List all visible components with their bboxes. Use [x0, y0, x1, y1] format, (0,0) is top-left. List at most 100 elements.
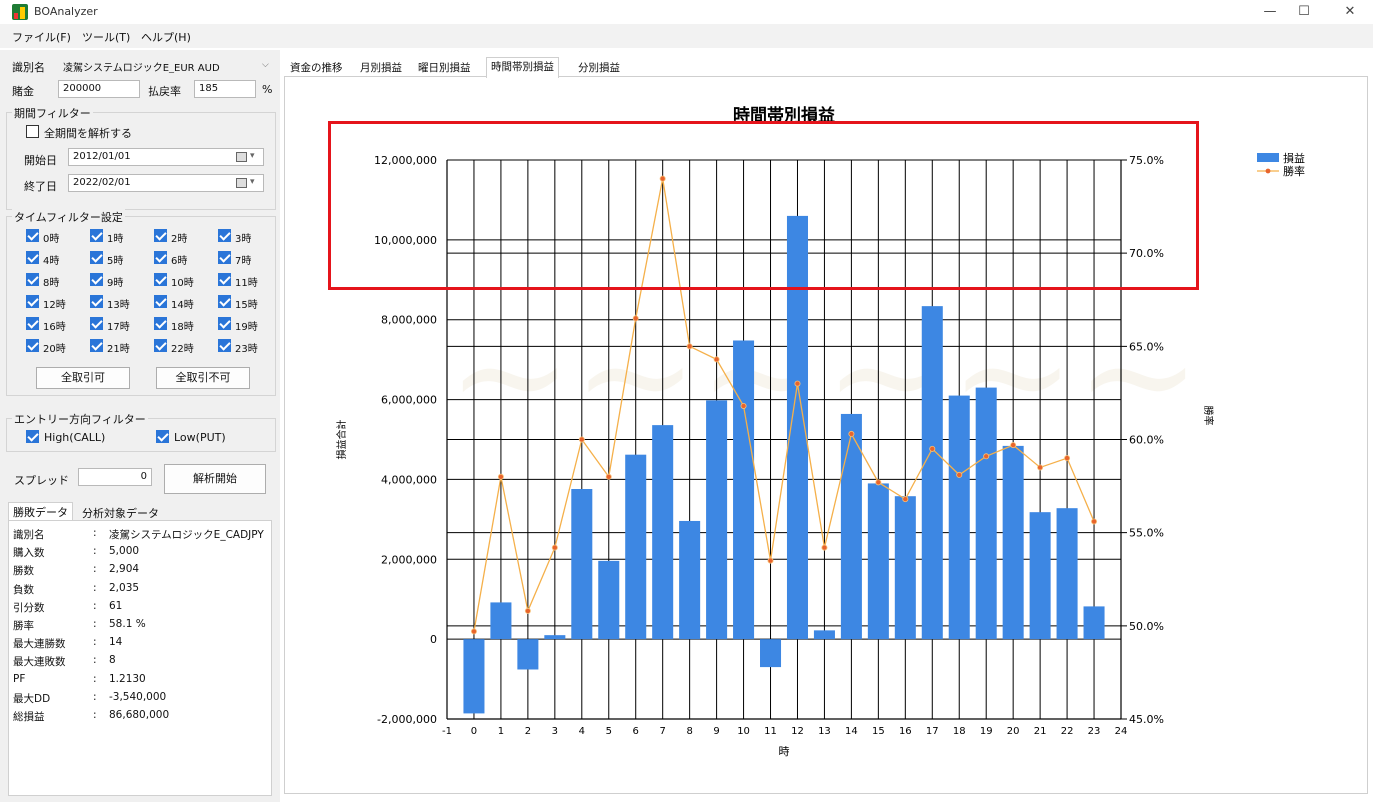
hour-checkbox-11[interactable]: [218, 273, 231, 286]
start-date-picker[interactable]: 2012/01/01: [68, 148, 264, 166]
hour-checkbox-19[interactable]: [218, 317, 231, 330]
stat-separator: :: [93, 636, 97, 649]
spread-input[interactable]: 0: [78, 468, 152, 486]
stat-value: 凌駕システムロジックE_CADJPY: [109, 529, 264, 541]
high-call-checkbox[interactable]: [26, 430, 39, 443]
x-tick-label: 6: [633, 726, 639, 737]
start-date-label: 開始日: [24, 154, 57, 167]
x-tick-label: 2: [525, 726, 531, 737]
hour-label-12: 12時: [43, 300, 66, 311]
all-period-checkbox[interactable]: [26, 125, 39, 138]
payout-input[interactable]: 185: [194, 80, 256, 98]
hour-label-16: 16時: [43, 322, 66, 333]
hour-label-13: 13時: [107, 300, 130, 311]
hour-checkbox-9[interactable]: [90, 273, 103, 286]
bar-1: [490, 602, 512, 640]
analyze-button[interactable]: 解析開始: [164, 464, 266, 494]
bar-3: [544, 635, 566, 640]
bar-17: [921, 306, 943, 640]
close-button[interactable]: ✕: [1327, 0, 1373, 24]
win-rate-point-12: [794, 380, 801, 387]
x-tick-label: 14: [845, 726, 858, 737]
tab-fund-transition[interactable]: 資金の推移: [290, 60, 343, 75]
win-rate-point-22: [1064, 455, 1071, 462]
hour-checkbox-18[interactable]: [154, 317, 167, 330]
y-tick-label: 2,000,000: [381, 553, 437, 566]
legend-label-pl: 損益: [1283, 151, 1305, 165]
tab-win-loss-data[interactable]: 勝敗データ: [8, 502, 73, 522]
x-tick-label: 7: [659, 726, 665, 737]
stat-value: 58.1 %: [109, 618, 146, 630]
maximize-button[interactable]: ☐: [1281, 0, 1327, 24]
hour-checkbox-0[interactable]: [26, 229, 39, 242]
hour-checkbox-20[interactable]: [26, 339, 39, 352]
settings-panel: 識別名 凌駕システムロジックE_EUR AUD ⌵ 賭金 200000 払戻率 …: [0, 50, 280, 802]
id-select[interactable]: 凌駕システムロジックE_EUR AUD: [58, 56, 273, 74]
payout-unit: %: [262, 83, 273, 96]
bar-5: [598, 560, 620, 640]
stat-value: 1.2130: [109, 672, 146, 685]
hour-checkbox-1[interactable]: [90, 229, 103, 242]
bar-16: [894, 496, 916, 640]
hour-checkbox-3[interactable]: [218, 229, 231, 242]
hour-checkbox-6[interactable]: [154, 251, 167, 264]
calendar-icon[interactable]: [236, 152, 247, 162]
menu-tools[interactable]: ツール(T): [82, 29, 130, 45]
hour-checkbox-7[interactable]: [218, 251, 231, 264]
hour-checkbox-17[interactable]: [90, 317, 103, 330]
hour-label-1: 1時: [107, 234, 124, 245]
menu-file[interactable]: ファイル(F): [12, 29, 71, 45]
tab-analysis-target-data[interactable]: 分析対象データ: [82, 505, 159, 521]
deny-all-button[interactable]: 全取引不可: [156, 367, 250, 389]
bar-9: [706, 400, 728, 640]
hour-checkbox-8[interactable]: [26, 273, 39, 286]
calendar-icon[interactable]: [236, 178, 247, 188]
tab-hourly-pl[interactable]: 時間帯別損益: [486, 57, 559, 78]
hour-label-0: 0時: [43, 234, 60, 245]
chevron-down-icon[interactable]: ▾: [250, 151, 255, 161]
stat-label: PF: [13, 672, 26, 685]
chevron-down-icon[interactable]: ⌵: [262, 60, 269, 70]
hour-checkbox-5[interactable]: [90, 251, 103, 264]
tab-weekday-pl[interactable]: 曜日別損益: [418, 60, 471, 75]
win-rate-point-13: [821, 544, 828, 551]
y2-tick-label: 50.0%: [1129, 620, 1164, 633]
x-tick-label: 11: [764, 726, 777, 737]
bar-11: [760, 639, 782, 668]
hour-label-6: 6時: [171, 256, 188, 267]
hour-label-19: 19時: [235, 322, 258, 333]
hour-checkbox-12[interactable]: [26, 295, 39, 308]
hour-checkbox-2[interactable]: [154, 229, 167, 242]
tab-monthly-pl[interactable]: 月別損益: [360, 60, 402, 75]
hour-checkbox-22[interactable]: [154, 339, 167, 352]
hour-checkbox-14[interactable]: [154, 295, 167, 308]
y2-tick-label: 45.0%: [1129, 713, 1164, 726]
hour-checkbox-23[interactable]: [218, 339, 231, 352]
hour-checkbox-4[interactable]: [26, 251, 39, 264]
stat-value: 61: [109, 599, 123, 612]
bar-6: [625, 454, 647, 640]
menu-help[interactable]: ヘルプ(H): [141, 29, 191, 45]
hour-label-4: 4時: [43, 256, 60, 267]
time-filter-title: タイムフィルター設定: [12, 209, 125, 225]
x-tick-label: 4: [579, 726, 585, 737]
low-put-checkbox[interactable]: [156, 430, 169, 443]
hour-checkbox-21[interactable]: [90, 339, 103, 352]
stake-input[interactable]: 200000: [58, 80, 140, 98]
hour-checkbox-13[interactable]: [90, 295, 103, 308]
tab-minute-pl[interactable]: 分別損益: [578, 60, 620, 75]
stat-separator: :: [93, 563, 97, 576]
chevron-down-icon[interactable]: ▾: [250, 177, 255, 187]
x-tick-label: 16: [899, 726, 912, 737]
win-rate-point-17: [929, 445, 936, 452]
win-rate-point-15: [875, 479, 882, 486]
x-tick-label: 22: [1061, 726, 1074, 737]
hour-checkbox-15[interactable]: [218, 295, 231, 308]
hour-checkbox-16[interactable]: [26, 317, 39, 330]
hour-checkbox-10[interactable]: [154, 273, 167, 286]
stat-label: 購入数: [13, 547, 45, 560]
x-tick-label: 21: [1034, 726, 1047, 737]
end-date-picker[interactable]: 2022/02/01: [68, 174, 264, 192]
allow-all-button[interactable]: 全取引可: [36, 367, 130, 389]
stat-label: 引分数: [13, 601, 45, 614]
